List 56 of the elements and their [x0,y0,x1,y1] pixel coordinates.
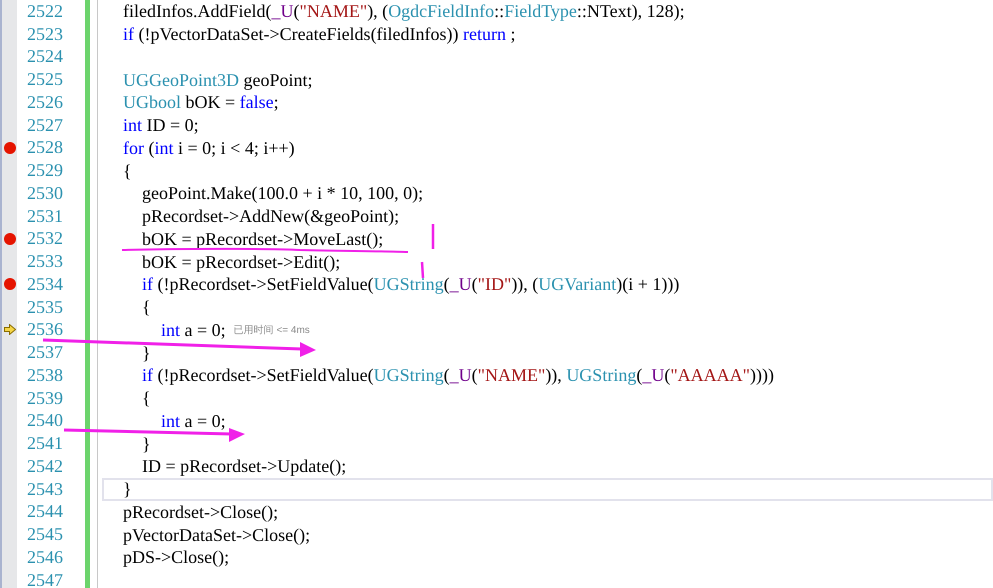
code-line: } [141,434,151,453]
code-line: } [122,480,132,498]
code-line: int ID = 0; [122,116,199,134]
line-number: 2534 [27,274,63,295]
line-number: 2527 [27,114,63,136]
line-number: 2522 [27,0,63,22]
line-number: 2524 [27,46,63,68]
line-number: 2537 [27,342,63,364]
line-number: 2535 [27,296,63,318]
code-line: int a = 0; [160,412,226,430]
breakpoint-icon[interactable] [4,142,16,154]
line-number: 2531 [27,206,63,227]
annotation-stroke [432,224,434,249]
line-number: 2540 [27,410,63,432]
code-line: pRecordset->AddNew(&geoPoint); [141,207,400,226]
code-line: if (!pRecordset->SetFieldValue(UGString(_U("NAME")), UGString(_U("AAAAA")))) [141,366,774,384]
code-line: if (!pRecordset->SetFieldValue(UGString(_U("ID")), (UGVariant)(i + 1))) [141,275,680,294]
line-number: 2545 [27,524,63,546]
code-line: } [141,344,151,362]
line-number: 2542 [27,456,63,477]
code-line: UGbool bOK = false; [122,93,279,112]
line-number: 2533 [27,251,63,272]
code-line: pVectorDataSet->Close(); [122,526,310,544]
code-line: filedInfos.AddField(_U("NAME"), (OgdcFieldInfo::FieldType::NText), 128); [122,2,685,20]
timing-hint: 已用时间 <= 4ms [234,324,310,337]
code-line: ID = pRecordset->Update(); [141,457,346,476]
line-number: 2547 [27,570,63,588]
annotation-stroke [420,262,424,278]
line-number: 2530 [27,182,63,204]
code-line: pDS->Close(); [122,548,230,566]
line-number: 2525 [27,69,63,90]
code-line: bOK = pRecordset->Edit(); [141,252,340,271]
line-number: 2529 [27,160,63,182]
code-line: bOK = pRecordset->MoveLast(); [141,230,384,248]
code-line: { [141,389,151,408]
code-line: { [122,162,132,180]
line-number: 2541 [27,433,63,454]
line-number: 2523 [27,24,63,45]
code-line: if (!pVectorDataSet->CreateFields(filedInfos)) return ; [122,25,516,44]
line-number: 2539 [27,388,63,409]
line-number: 2546 [27,546,63,568]
code-line: geoPoint.Make(100.0 + i * 10, 100, 0); [141,184,424,202]
breakpoint-icon[interactable] [4,232,16,245]
line-number: 2543 [27,478,63,500]
line-number: 2536 [27,319,63,340]
line-number: 2544 [27,501,63,522]
code-line: for (int i = 0; i < 4; i++) [122,138,295,157]
line-number: 2526 [27,92,63,113]
line-number: 2528 [27,137,63,158]
breakpoint-icon[interactable] [4,278,16,290]
code-line: { [141,298,151,316]
code-line: UGGeoPoint3D geoPoint; [122,70,313,89]
line-number: 2532 [27,228,63,250]
code-line: pRecordset->Close(); [122,502,278,521]
line-number: 2538 [27,364,63,386]
code-line: int a = 0; [160,320,226,339]
